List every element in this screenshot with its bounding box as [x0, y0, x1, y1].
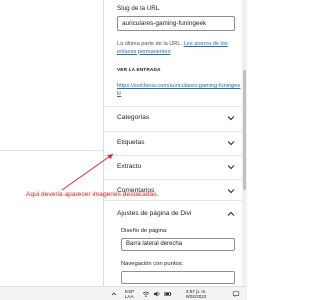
settings-sidebar: Slug de la URL auriculares-gaming-funing…: [103, 0, 242, 286]
layout-select[interactable]: Barra lateral derecha: [121, 238, 235, 251]
panel-categories[interactable]: Categorías: [104, 106, 242, 129]
canvas-divider: [0, 150, 103, 151]
chevron-down-icon: [227, 189, 235, 194]
slug-help-text: La última parte de la URL.: [117, 41, 184, 47]
slug-label: Slug de la URL: [117, 5, 160, 12]
wifi-icon[interactable]: [142, 290, 150, 298]
dot-nav-label: Navegación con puntos:: [121, 261, 184, 267]
dot-nav-select[interactable]: [121, 271, 235, 284]
panel-divi-settings: Ajustes de página de Divi Diseño de pági…: [104, 200, 242, 286]
scrollbar-thumb[interactable]: [243, 70, 246, 190]
annotation-text: Aqui deveria aparecer imagenes destacada…: [26, 191, 159, 198]
slug-help: La última parte de la URL. Lee acerca de…: [117, 41, 239, 56]
panel-divi-title[interactable]: Ajustes de página de Divi: [117, 210, 191, 217]
view-entry-label: VER LA ENTRADA: [117, 68, 161, 73]
chevron-down-icon: [227, 116, 235, 121]
notification-icon[interactable]: [232, 290, 240, 298]
clock-date[interactable]: 9/02/2022: [186, 294, 206, 299]
panel-tags-title: Etiquetas: [117, 139, 145, 146]
chevron-down-icon: [227, 141, 235, 146]
layout-label: Diseño de página:: [121, 228, 168, 234]
slug-input[interactable]: auriculares-gaming-funingeek: [117, 16, 235, 31]
speaker-icon[interactable]: [153, 290, 161, 298]
editor-canvas[interactable]: [0, 0, 103, 286]
language-indicator-bottom[interactable]: LAA: [125, 294, 134, 299]
panel-excerpt-title: Extracto: [117, 163, 142, 170]
sidebar-scrollbar[interactable]: [242, 0, 247, 286]
panel-categories-title: Categorías: [117, 114, 150, 121]
chevron-up-icon[interactable]: [227, 210, 235, 218]
taskbar: ESP LAA 2:57 p. m. 9/02/2022: [0, 286, 247, 300]
permalink-link[interactable]: https://esicfania.com/auriculares-gaming…: [117, 83, 241, 99]
panel-tags[interactable]: Etiquetas: [104, 131, 242, 154]
chevron-up-icon[interactable]: [110, 290, 118, 298]
chevron-down-icon: [227, 165, 235, 170]
battery-icon[interactable]: [164, 290, 172, 298]
panel-excerpt[interactable]: Extracto: [104, 155, 242, 178]
